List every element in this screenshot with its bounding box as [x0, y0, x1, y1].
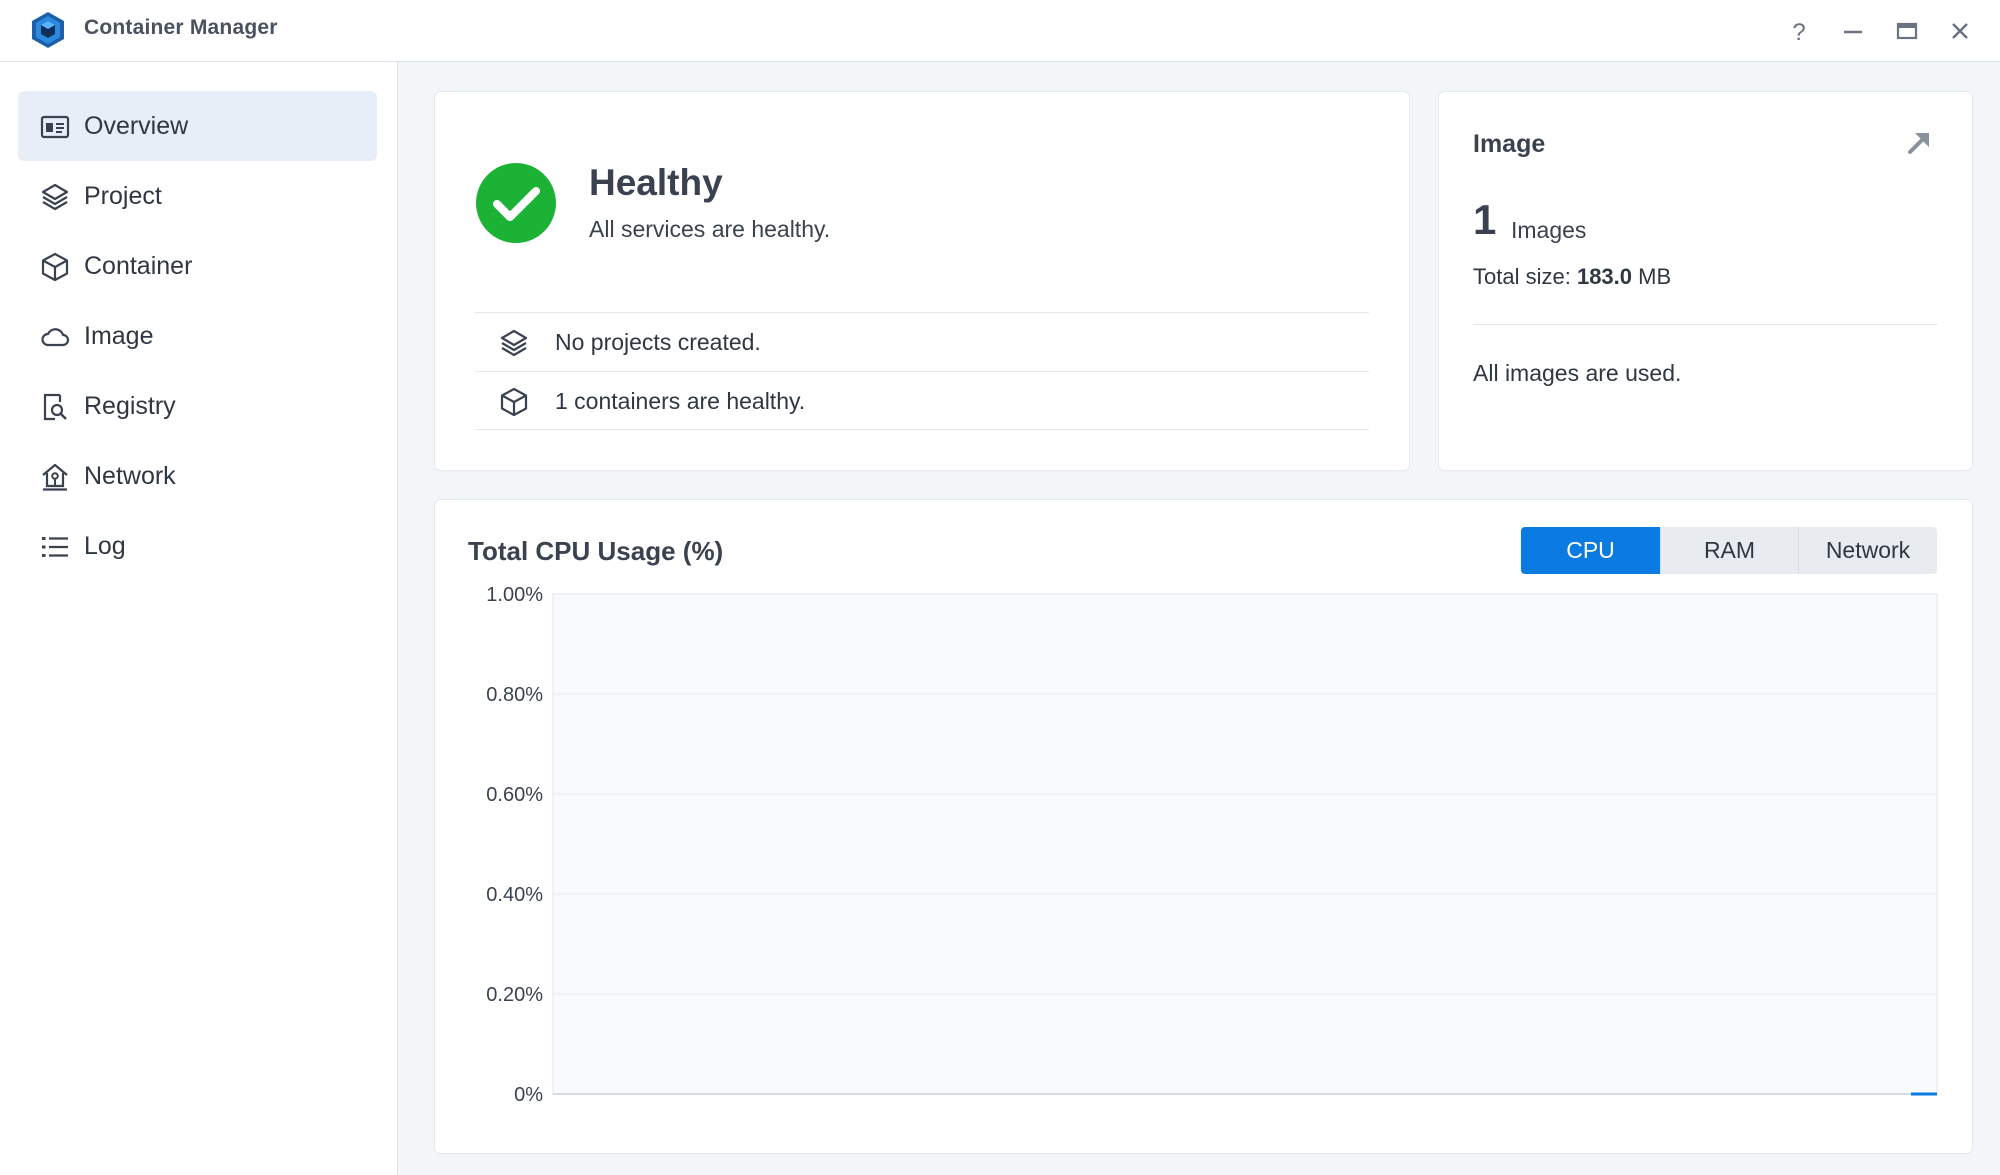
tab-network[interactable]: Network — [1798, 527, 1937, 574]
list-icon — [40, 532, 70, 562]
container-manager-logo-icon — [32, 12, 64, 48]
sidebar-item-label: Registry — [84, 391, 176, 420]
question-icon: ? — [1792, 19, 1805, 44]
sidebar-item-label: Network — [84, 461, 176, 490]
minimize-icon — [1844, 30, 1862, 34]
svg-text:?: ? — [1792, 19, 1805, 44]
list-item: 1 containers are healthy. — [475, 371, 1369, 430]
help-button[interactable]: ? — [1782, 14, 1816, 48]
sidebar: Overview Project Container Image Registr… — [0, 62, 398, 1175]
health-status-title: Healthy — [589, 162, 723, 203]
list-item: No projects created. — [475, 312, 1369, 371]
tab-ram[interactable]: RAM — [1660, 527, 1798, 574]
image-card-title: Image — [1473, 130, 1546, 158]
image-total-size: Total size: 183.0 MB — [1473, 264, 1671, 290]
y-tick-label: 0.60% — [486, 784, 543, 806]
cube-icon — [500, 387, 528, 417]
cube-icon — [40, 252, 70, 282]
y-tick-label: 1.00% — [486, 584, 543, 606]
sidebar-item-image[interactable]: Image — [18, 301, 377, 371]
usage-chart-card: 0% 0.20% 0.40% 0.60% 0.80% 1.00% Total CPU Us… — [434, 499, 1973, 1154]
health-status-subtitle: All services are healthy. — [589, 216, 831, 242]
tab-cpu[interactable]: CPU — [1521, 527, 1660, 574]
close-button[interactable] — [1943, 14, 1977, 48]
sidebar-item-label: Log — [84, 531, 126, 560]
chart-title: Total CPU Usage (%) — [468, 536, 724, 566]
minimize-button[interactable] — [1836, 14, 1870, 48]
divider — [1473, 324, 1938, 325]
y-tick-label: 0.20% — [486, 984, 543, 1006]
overview-icon — [40, 112, 70, 142]
size-label: Total size: — [1473, 264, 1571, 289]
image-card: Image 1 Images Total size: 183.0 MB All … — [1438, 91, 1973, 471]
layers-icon — [40, 182, 70, 212]
sidebar-item-project[interactable]: Project — [18, 161, 377, 231]
image-count-label: Images — [1511, 217, 1587, 243]
health-card: Healthy All services are healthy. No pro… — [434, 91, 1410, 471]
maximize-icon — [1896, 22, 1918, 40]
title-bar: Container Manager ? — [0, 0, 2000, 62]
y-tick-label: 0% — [514, 1084, 543, 1106]
image-usage-status: All images are used. — [1473, 360, 1682, 386]
maximize-button[interactable] — [1890, 14, 1924, 48]
cloud-icon — [40, 322, 70, 352]
containers-status-text: 1 containers are healthy. — [555, 388, 806, 414]
check-circle-icon — [476, 163, 556, 243]
network-house-icon — [40, 462, 70, 492]
sidebar-item-label: Image — [84, 321, 154, 350]
y-tick-label: 0.40% — [486, 884, 543, 906]
layers-icon — [500, 329, 528, 357]
app-title: Container Manager — [84, 16, 278, 39]
projects-status-text: No projects created. — [555, 329, 761, 355]
image-count: 1 — [1473, 196, 1497, 243]
registry-search-icon — [40, 392, 70, 422]
size-unit: MB — [1638, 264, 1672, 289]
close-icon — [1952, 23, 1968, 39]
sidebar-item-overview[interactable]: Overview — [18, 91, 377, 161]
sidebar-item-label: Project — [84, 181, 162, 210]
sidebar-item-container[interactable]: Container — [18, 231, 377, 301]
size-value: 183.0 — [1576, 264, 1633, 289]
open-arrow-icon[interactable] — [1904, 128, 1934, 158]
plot-area — [552, 593, 1938, 1095]
y-tick-label: 0.80% — [486, 684, 543, 706]
sidebar-item-label: Container — [84, 251, 193, 280]
sidebar-item-registry[interactable]: Registry — [18, 371, 377, 441]
sidebar-item-log[interactable]: Log — [18, 511, 377, 581]
sidebar-item-network[interactable]: Network — [18, 441, 377, 511]
cpu-usage-chart: 0% 0.20% 0.40% 0.60% 0.80% 1.00% — [486, 584, 1938, 1106]
sidebar-item-label: Overview — [84, 111, 189, 140]
